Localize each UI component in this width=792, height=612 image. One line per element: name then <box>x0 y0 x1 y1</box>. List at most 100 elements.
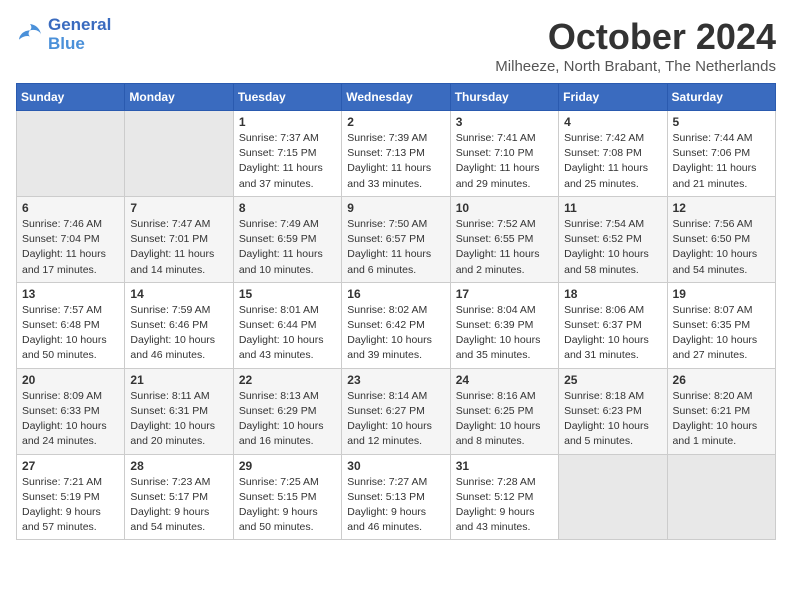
month-title: October 2024 <box>495 16 776 58</box>
day-info: Sunrise: 8:16 AM Sunset: 6:25 PM Dayligh… <box>456 389 553 450</box>
day-number: 24 <box>456 373 553 387</box>
weekday-header-wednesday: Wednesday <box>342 84 450 111</box>
day-info: Sunrise: 8:02 AM Sunset: 6:42 PM Dayligh… <box>347 303 444 364</box>
day-number: 15 <box>239 287 336 301</box>
calendar-week-5: 27 Sunrise: 7:21 AM Sunset: 5:19 PM Dayli… <box>17 454 776 540</box>
calendar-cell <box>17 111 125 197</box>
calendar-cell: 29 Sunrise: 7:25 AM Sunset: 5:15 PM Dayli… <box>233 454 341 540</box>
calendar-cell: 4 Sunrise: 7:42 AM Sunset: 7:08 PM Daylig… <box>559 111 667 197</box>
day-number: 25 <box>564 373 661 387</box>
day-info: Sunrise: 7:39 AM Sunset: 7:13 PM Dayligh… <box>347 131 444 192</box>
day-number: 16 <box>347 287 444 301</box>
logo-text: General Blue <box>48 16 111 53</box>
calendar-cell: 5 Sunrise: 7:44 AM Sunset: 7:06 PM Daylig… <box>667 111 775 197</box>
day-info: Sunrise: 7:25 AM Sunset: 5:15 PM Dayligh… <box>239 475 336 536</box>
calendar-week-3: 13 Sunrise: 7:57 AM Sunset: 6:48 PM Dayli… <box>17 282 776 368</box>
day-info: Sunrise: 7:21 AM Sunset: 5:19 PM Dayligh… <box>22 475 119 536</box>
calendar-cell: 27 Sunrise: 7:21 AM Sunset: 5:19 PM Dayli… <box>17 454 125 540</box>
day-info: Sunrise: 8:09 AM Sunset: 6:33 PM Dayligh… <box>22 389 119 450</box>
day-info: Sunrise: 8:13 AM Sunset: 6:29 PM Dayligh… <box>239 389 336 450</box>
day-number: 26 <box>673 373 770 387</box>
calendar-cell: 23Sunrise: 8:14 AM Sunset: 6:27 PM Dayli… <box>342 368 450 454</box>
day-info: Sunrise: 8:14 AM Sunset: 6:27 PM Dayligh… <box>347 389 444 450</box>
day-info: Sunrise: 7:54 AM Sunset: 6:52 PM Dayligh… <box>564 217 661 278</box>
day-number: 10 <box>456 201 553 215</box>
weekday-header-thursday: Thursday <box>450 84 558 111</box>
calendar-cell: 15 Sunrise: 8:01 AM Sunset: 6:44 PM Dayli… <box>233 282 341 368</box>
day-info: Sunrise: 8:20 AM Sunset: 6:21 PM Dayligh… <box>673 389 770 450</box>
day-number: 7 <box>130 201 227 215</box>
calendar-cell: 22Sunrise: 8:13 AM Sunset: 6:29 PM Dayli… <box>233 368 341 454</box>
day-number: 3 <box>456 115 553 129</box>
calendar-cell: 12Sunrise: 7:56 AM Sunset: 6:50 PM Dayli… <box>667 196 775 282</box>
day-number: 6 <box>22 201 119 215</box>
calendar-cell: 9 Sunrise: 7:50 AM Sunset: 6:57 PM Daylig… <box>342 196 450 282</box>
weekday-header-tuesday: Tuesday <box>233 84 341 111</box>
calendar-cell: 19 Sunrise: 8:07 AM Sunset: 6:35 PM Dayli… <box>667 282 775 368</box>
calendar-table: SundayMondayTuesdayWednesdayThursdayFrid… <box>16 83 776 540</box>
calendar-cell: 6 Sunrise: 7:46 AM Sunset: 7:04 PM Daylig… <box>17 196 125 282</box>
calendar-cell: 18 Sunrise: 8:06 AM Sunset: 6:37 PM Dayli… <box>559 282 667 368</box>
day-info: Sunrise: 7:57 AM Sunset: 6:48 PM Dayligh… <box>22 303 119 364</box>
day-number: 13 <box>22 287 119 301</box>
day-number: 21 <box>130 373 227 387</box>
calendar-cell: 21 Sunrise: 8:11 AM Sunset: 6:31 PM Dayli… <box>125 368 233 454</box>
day-number: 5 <box>673 115 770 129</box>
day-number: 31 <box>456 459 553 473</box>
weekday-header-monday: Monday <box>125 84 233 111</box>
calendar-week-4: 20 Sunrise: 8:09 AM Sunset: 6:33 PM Dayli… <box>17 368 776 454</box>
calendar-week-1: 1 Sunrise: 7:37 AM Sunset: 7:15 PM Daylig… <box>17 111 776 197</box>
calendar-cell: 3Sunrise: 7:41 AM Sunset: 7:10 PM Daylig… <box>450 111 558 197</box>
day-info: Sunrise: 8:01 AM Sunset: 6:44 PM Dayligh… <box>239 303 336 364</box>
day-info: Sunrise: 7:27 AM Sunset: 5:13 PM Dayligh… <box>347 475 444 536</box>
day-number: 17 <box>456 287 553 301</box>
day-number: 1 <box>239 115 336 129</box>
calendar-cell: 30Sunrise: 7:27 AM Sunset: 5:13 PM Dayli… <box>342 454 450 540</box>
day-info: Sunrise: 7:46 AM Sunset: 7:04 PM Dayligh… <box>22 217 119 278</box>
day-number: 14 <box>130 287 227 301</box>
day-info: Sunrise: 7:28 AM Sunset: 5:12 PM Dayligh… <box>456 475 553 536</box>
day-info: Sunrise: 8:06 AM Sunset: 6:37 PM Dayligh… <box>564 303 661 364</box>
location-subtitle: Milheeze, North Brabant, The Netherlands <box>495 58 776 75</box>
calendar-cell: 1 Sunrise: 7:37 AM Sunset: 7:15 PM Daylig… <box>233 111 341 197</box>
day-info: Sunrise: 7:44 AM Sunset: 7:06 PM Dayligh… <box>673 131 770 192</box>
calendar-cell: 26 Sunrise: 8:20 AM Sunset: 6:21 PM Dayli… <box>667 368 775 454</box>
day-number: 20 <box>22 373 119 387</box>
day-info: Sunrise: 7:23 AM Sunset: 5:17 PM Dayligh… <box>130 475 227 536</box>
calendar-cell: 8 Sunrise: 7:49 AM Sunset: 6:59 PM Daylig… <box>233 196 341 282</box>
day-info: Sunrise: 7:49 AM Sunset: 6:59 PM Dayligh… <box>239 217 336 278</box>
day-number: 19 <box>673 287 770 301</box>
day-info: Sunrise: 7:50 AM Sunset: 6:57 PM Dayligh… <box>347 217 444 278</box>
calendar-cell: 13 Sunrise: 7:57 AM Sunset: 6:48 PM Dayli… <box>17 282 125 368</box>
day-info: Sunrise: 7:47 AM Sunset: 7:01 PM Dayligh… <box>130 217 227 278</box>
day-number: 27 <box>22 459 119 473</box>
day-info: Sunrise: 7:37 AM Sunset: 7:15 PM Dayligh… <box>239 131 336 192</box>
logo: General Blue <box>16 16 111 53</box>
weekday-header-friday: Friday <box>559 84 667 111</box>
calendar-cell <box>559 454 667 540</box>
calendar-cell: 20 Sunrise: 8:09 AM Sunset: 6:33 PM Dayli… <box>17 368 125 454</box>
calendar-cell: 10 Sunrise: 7:52 AM Sunset: 6:55 PM Dayli… <box>450 196 558 282</box>
day-number: 29 <box>239 459 336 473</box>
calendar-cell: 31 Sunrise: 7:28 AM Sunset: 5:12 PM Dayli… <box>450 454 558 540</box>
calendar-cell: 25 Sunrise: 8:18 AM Sunset: 6:23 PM Dayli… <box>559 368 667 454</box>
calendar-cell: 24 Sunrise: 8:16 AM Sunset: 6:25 PM Dayli… <box>450 368 558 454</box>
day-number: 9 <box>347 201 444 215</box>
day-info: Sunrise: 7:52 AM Sunset: 6:55 PM Dayligh… <box>456 217 553 278</box>
day-info: Sunrise: 8:11 AM Sunset: 6:31 PM Dayligh… <box>130 389 227 450</box>
day-info: Sunrise: 8:07 AM Sunset: 6:35 PM Dayligh… <box>673 303 770 364</box>
day-number: 12 <box>673 201 770 215</box>
day-number: 18 <box>564 287 661 301</box>
day-number: 4 <box>564 115 661 129</box>
calendar-cell: 28Sunrise: 7:23 AM Sunset: 5:17 PM Dayli… <box>125 454 233 540</box>
weekday-header-saturday: Saturday <box>667 84 775 111</box>
day-info: Sunrise: 7:59 AM Sunset: 6:46 PM Dayligh… <box>130 303 227 364</box>
day-info: Sunrise: 7:42 AM Sunset: 7:08 PM Dayligh… <box>564 131 661 192</box>
calendar-cell <box>125 111 233 197</box>
day-info: Sunrise: 8:18 AM Sunset: 6:23 PM Dayligh… <box>564 389 661 450</box>
day-number: 2 <box>347 115 444 129</box>
calendar-cell: 14 Sunrise: 7:59 AM Sunset: 6:46 PM Dayli… <box>125 282 233 368</box>
calendar-cell: 17Sunrise: 8:04 AM Sunset: 6:39 PM Dayli… <box>450 282 558 368</box>
day-number: 8 <box>239 201 336 215</box>
calendar-cell: 7 Sunrise: 7:47 AM Sunset: 7:01 PM Daylig… <box>125 196 233 282</box>
